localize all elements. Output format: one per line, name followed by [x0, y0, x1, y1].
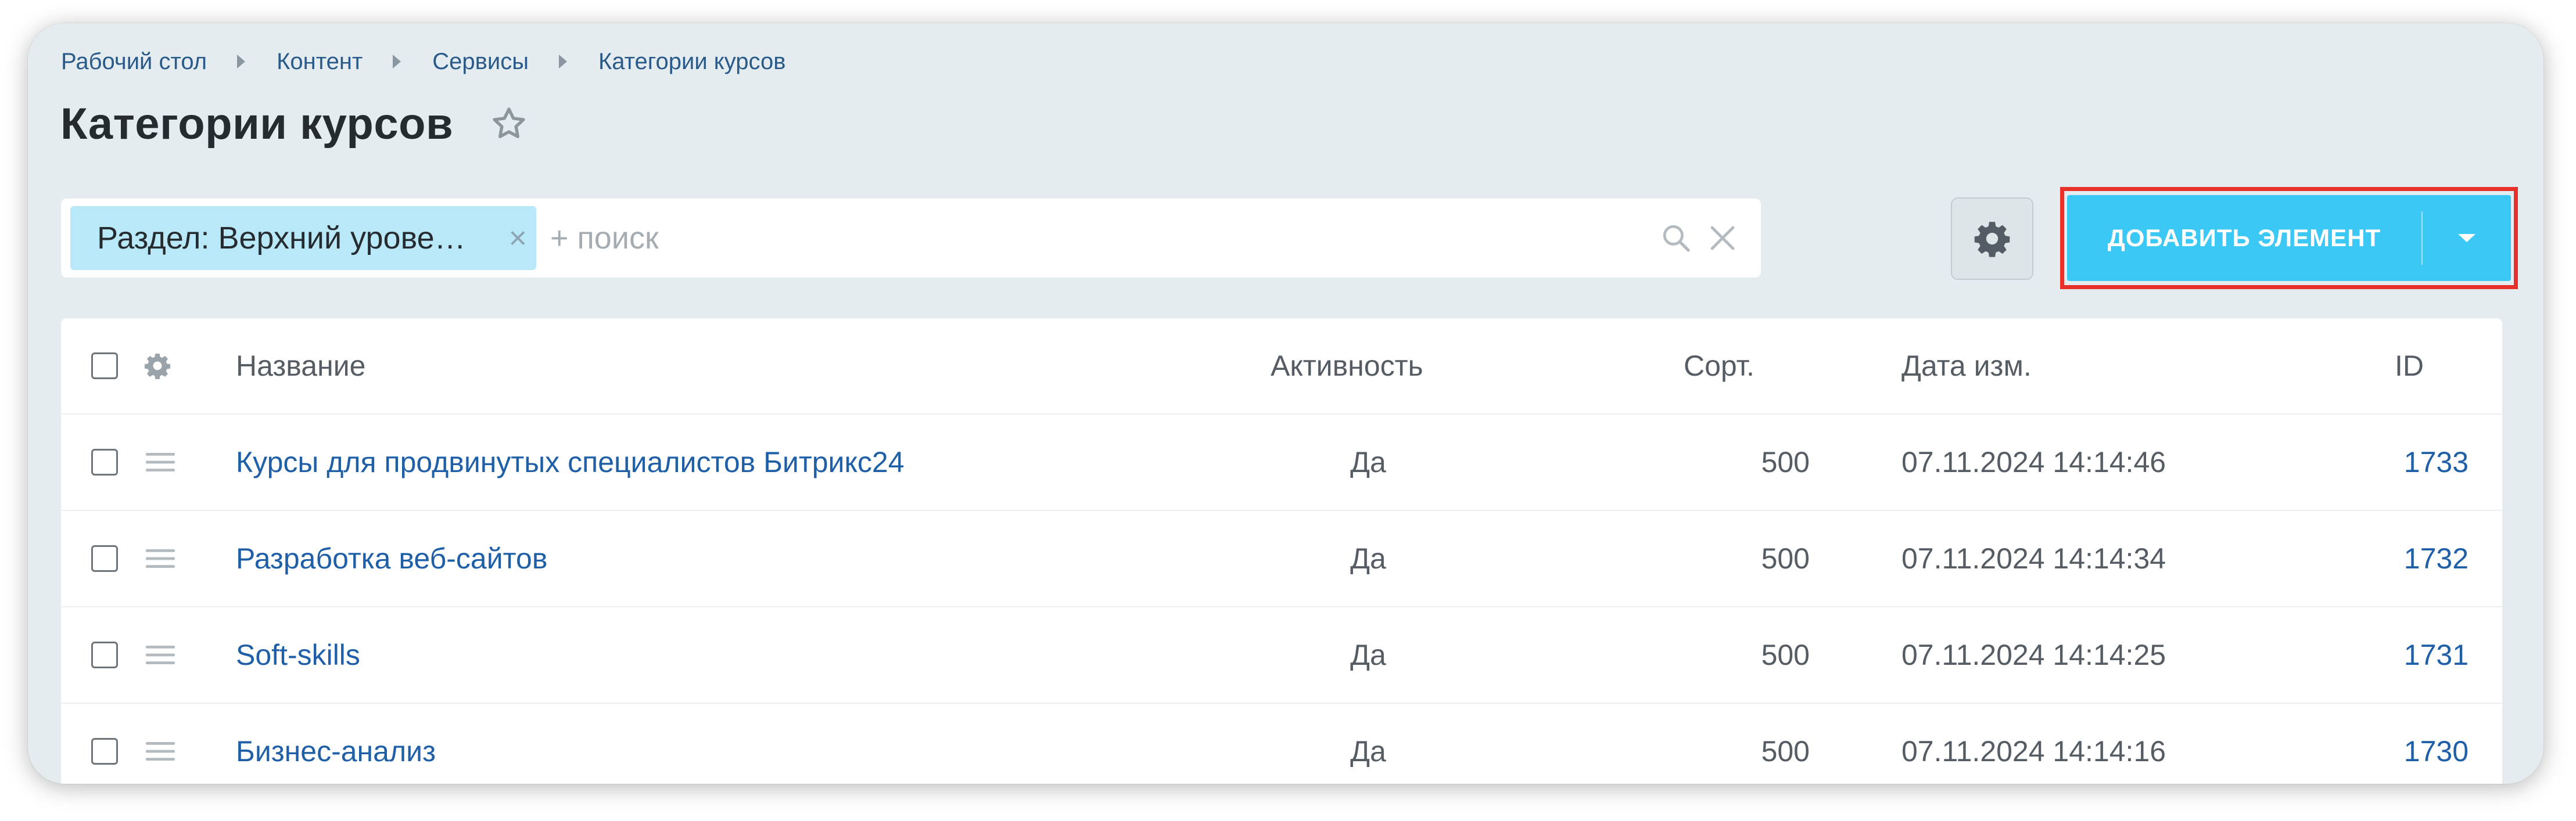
- row-active: Да: [1350, 446, 1386, 478]
- row-id-link[interactable]: 1733: [2404, 445, 2469, 479]
- filter-bar: Раздел: Верхний урове… ×: [61, 199, 1761, 278]
- row-sort: 500: [1761, 542, 1810, 575]
- table-row: Бизнес-анализ Да 500 07.11.2024 14:14:16…: [61, 704, 2502, 784]
- elements-table: Название Активность Сорт. Дата изм. ID К…: [61, 318, 2502, 784]
- row-id-link[interactable]: 1732: [2404, 542, 2469, 575]
- row-id-link[interactable]: 1730: [2404, 734, 2469, 768]
- breadcrumb: Рабочий стол Контент Сервисы Категории к…: [61, 44, 785, 79]
- row-sort: 500: [1761, 446, 1810, 478]
- app-window: Рабочий стол Контент Сервисы Категории к…: [28, 23, 2543, 784]
- column-header-id[interactable]: ID: [2395, 349, 2424, 383]
- clear-icon[interactable]: [1709, 224, 1737, 252]
- row-date: 07.11.2024 14:14:34: [1901, 542, 2166, 575]
- row-name-link[interactable]: Курсы для продвинутых специалистов Битри…: [236, 445, 905, 479]
- add-element-dropdown[interactable]: [2423, 195, 2511, 281]
- settings-button[interactable]: [1951, 197, 2033, 280]
- gear-icon[interactable]: [143, 352, 171, 380]
- row-sort: 500: [1761, 735, 1810, 768]
- select-all-checkbox[interactable]: [91, 352, 118, 379]
- filter-tag-section[interactable]: Раздел: Верхний урове… ×: [70, 206, 536, 270]
- search-input[interactable]: [549, 208, 1660, 268]
- row-name-link[interactable]: Soft-skills: [236, 638, 360, 672]
- row-active: Да: [1350, 639, 1386, 671]
- table-row: Разработка веб-сайтов Да 500 07.11.2024 …: [61, 511, 2502, 607]
- row-name-link[interactable]: Разработка веб-сайтов: [236, 542, 547, 575]
- drag-handle-icon[interactable]: [146, 547, 175, 570]
- row-date: 07.11.2024 14:14:46: [1901, 446, 2166, 478]
- gear-icon: [1974, 222, 2010, 257]
- drag-handle-icon[interactable]: [146, 643, 175, 667]
- breadcrumb-separator-icon: [559, 55, 567, 69]
- drag-handle-icon[interactable]: [146, 740, 175, 763]
- column-header-active[interactable]: Активность: [1271, 349, 1423, 383]
- filter-tag-label: Раздел: Верхний урове…: [97, 221, 466, 255]
- column-header-sort[interactable]: Сорт.: [1684, 349, 1755, 383]
- row-date: 07.11.2024 14:14:25: [1901, 639, 2166, 671]
- row-checkbox[interactable]: [91, 449, 118, 476]
- breadcrumb-separator-icon: [393, 55, 401, 69]
- table-row: Soft-skills Да 500 07.11.2024 14:14:25 1…: [61, 607, 2502, 704]
- breadcrumb-item-course-categories[interactable]: Категории курсов: [598, 49, 785, 75]
- title-row: Категории курсов: [60, 99, 529, 149]
- row-checkbox[interactable]: [91, 738, 118, 765]
- breadcrumb-item-desktop[interactable]: Рабочий стол: [61, 49, 207, 75]
- filter-tag-remove-icon[interactable]: ×: [508, 222, 527, 254]
- row-active: Да: [1350, 735, 1386, 768]
- chevron-down-icon: [2458, 234, 2475, 242]
- row-checkbox[interactable]: [91, 642, 118, 668]
- table-row: Курсы для продвинутых специалистов Битри…: [61, 415, 2502, 511]
- row-date: 07.11.2024 14:14:16: [1901, 735, 2166, 768]
- add-element-label: ДОБАВИТЬ ЭЛЕМЕНТ: [2107, 224, 2381, 251]
- breadcrumb-item-services[interactable]: Сервисы: [432, 49, 529, 75]
- column-header-name[interactable]: Название: [236, 349, 365, 383]
- row-checkbox[interactable]: [91, 545, 118, 572]
- table-header: Название Активность Сорт. Дата изм. ID: [61, 318, 2502, 415]
- add-element-button[interactable]: ДОБАВИТЬ ЭЛЕМЕНТ: [2067, 195, 2511, 281]
- page-title: Категории курсов: [60, 99, 454, 149]
- row-sort: 500: [1761, 639, 1810, 671]
- breadcrumb-item-content[interactable]: Контент: [277, 49, 363, 75]
- star-icon[interactable]: [489, 105, 529, 144]
- column-header-date[interactable]: Дата изм.: [1901, 349, 2032, 383]
- row-name-link[interactable]: Бизнес-анализ: [236, 734, 436, 768]
- breadcrumb-separator-icon: [237, 55, 246, 69]
- drag-handle-icon[interactable]: [146, 451, 175, 474]
- search-icon[interactable]: [1660, 222, 1692, 254]
- row-active: Да: [1350, 542, 1386, 575]
- row-id-link[interactable]: 1731: [2404, 638, 2469, 672]
